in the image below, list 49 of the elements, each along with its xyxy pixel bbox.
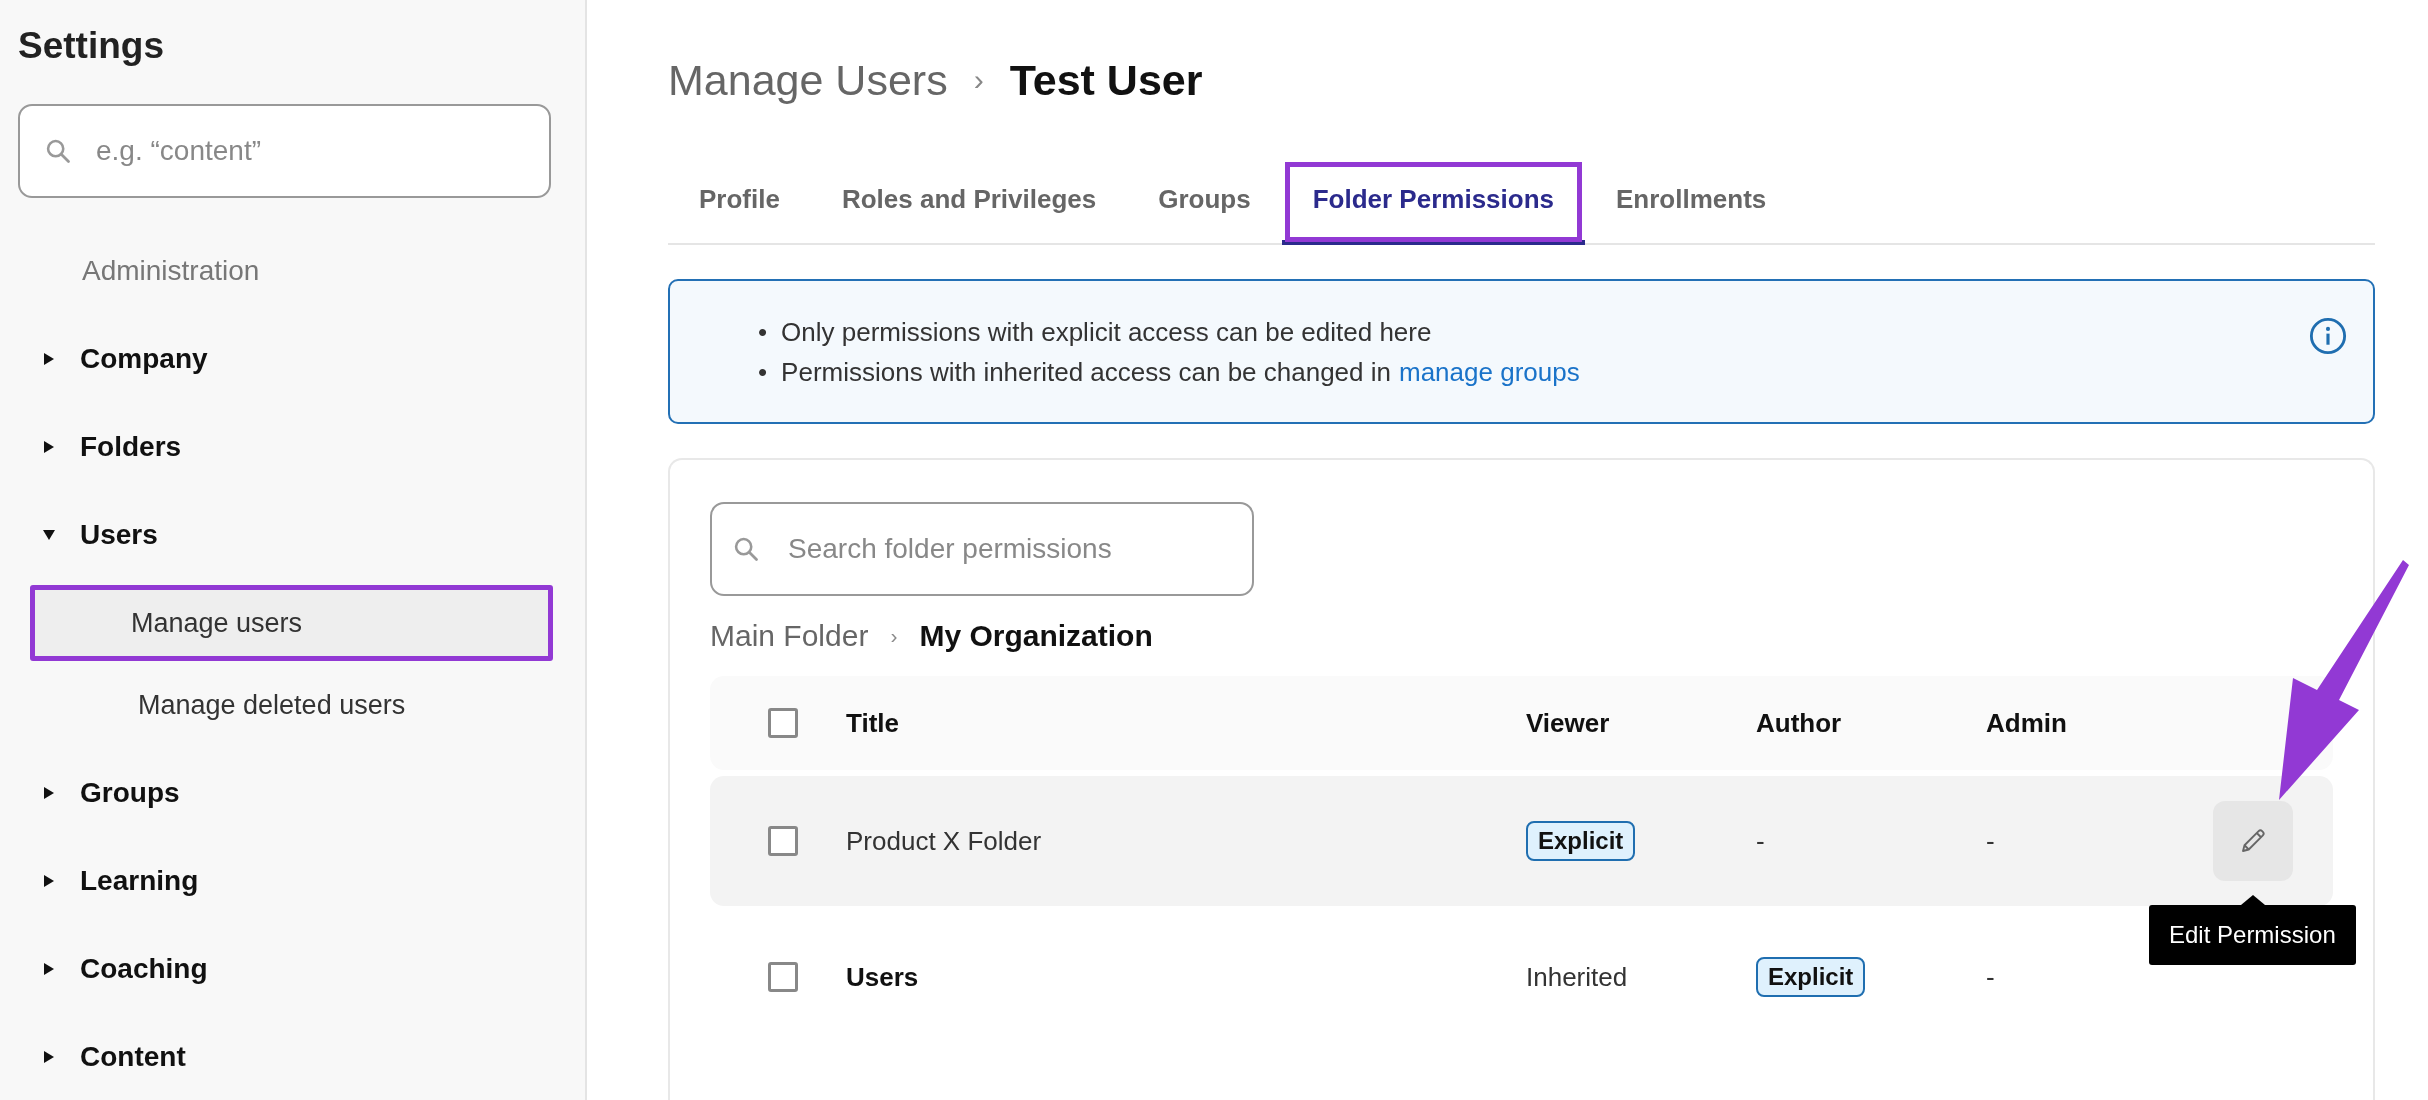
column-header: Author — [1756, 707, 1843, 739]
checkbox[interactable] — [768, 962, 798, 992]
checkbox[interactable] — [768, 708, 798, 738]
tab[interactable]: Groups — [1127, 159, 1282, 245]
tab[interactable]: Enrollments — [1585, 159, 1798, 245]
sidebar-item-label: Folders — [80, 431, 182, 463]
access-badge: Explicit — [1526, 821, 1636, 861]
bullet: • — [758, 315, 768, 349]
manage-groups-link[interactable]: manage groups — [1399, 351, 1580, 392]
checkbox[interactable] — [768, 826, 798, 856]
table-cell: - — [1756, 825, 1765, 857]
column-header: Title — [846, 707, 900, 739]
tab[interactable]: Profile — [668, 159, 811, 245]
sidebar-item-label: Groups — [80, 777, 180, 809]
column-header: Viewer — [1526, 707, 1611, 739]
sidebar-item-label: Learning — [80, 865, 199, 897]
sidebar-item-label: Content — [80, 1041, 186, 1073]
info-text: Only permissions with explicit access can be edited here — [781, 315, 1432, 349]
search-field[interactable]: Search folder permissions — [710, 502, 1254, 596]
table-cell: Product X Folder — [846, 825, 1042, 857]
info-icon — [2309, 317, 2347, 355]
sidebar-title: Settings — [18, 24, 165, 68]
sidebar-item-label: Users — [80, 519, 158, 551]
search-icon — [732, 535, 760, 563]
info-text: Permissions with inherited access can be changed in — [781, 355, 1391, 389]
edit-button[interactable] — [2213, 801, 2293, 881]
access-badge: Explicit — [1756, 957, 1866, 997]
folder-path-parent-link[interactable]: Main Folder — [710, 619, 869, 653]
breadcrumb-current: Test User — [1009, 55, 1203, 105]
search-field[interactable]: e.g. “content” — [18, 104, 551, 198]
table-cell: - — [1986, 961, 1995, 993]
sidebar-subitem[interactable]: Manage deleted users — [30, 667, 553, 743]
tab[interactable]: Roles and Privileges — [810, 159, 1128, 245]
column-header: Admin — [1986, 707, 2068, 739]
table-cell: - — [1986, 825, 1995, 857]
tab[interactable]: Folder Permissions — [1281, 159, 1585, 245]
tooltip: Edit Permission — [2149, 905, 2356, 965]
section-heading: Administration — [81, 254, 261, 288]
breadcrumb-parent-link[interactable]: Manage Users — [668, 55, 948, 105]
table-cell: Inherited — [1526, 961, 1628, 993]
search-icon — [44, 137, 72, 165]
sidebar-item-label: Coaching — [80, 953, 208, 985]
sidebar-subitem[interactable]: Manage users — [30, 585, 553, 661]
breadcrumb-separator: › — [890, 624, 898, 648]
table-cell: Users — [846, 961, 919, 993]
folder-path-current: My Organization — [919, 619, 1153, 653]
breadcrumb-separator: › — [973, 63, 984, 97]
sidebar-item-label: Company — [80, 343, 208, 375]
bullet: • — [758, 355, 768, 389]
